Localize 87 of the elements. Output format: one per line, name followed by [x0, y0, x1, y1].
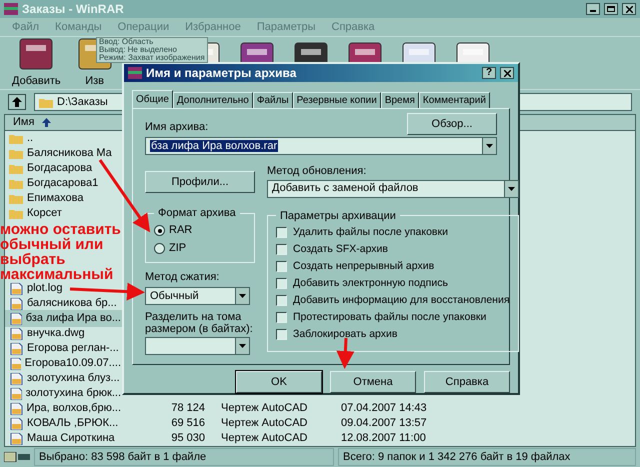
dialog-button[interactable]: Отмена — [330, 371, 416, 393]
file-row[interactable]: золотухина блуз... — [5, 370, 125, 387]
selected-text: бза лифа Ира волхов.rar — [150, 140, 278, 152]
checkbox[interactable] — [276, 329, 287, 340]
date-cell-text: 09.04.2007 13:57 — [340, 416, 428, 432]
close-icon[interactable] — [622, 3, 636, 15]
maximize-icon[interactable] — [604, 3, 618, 15]
file-row[interactable]: балясникова бр... — [5, 295, 125, 312]
tooltip-line: Вывод: Не выделено — [99, 46, 178, 54]
checkbox[interactable] — [276, 278, 287, 289]
file-row[interactable]: Маша Сироткина — [5, 430, 125, 446]
date-cell-text: 12.08.2007 11:00 — [340, 431, 427, 446]
tooltip-line: Ввод: Область — [99, 38, 154, 46]
checkbox-label: Создать SFX-архив — [293, 242, 388, 257]
date-cell-text: 07.04.2007 14:43 — [340, 401, 428, 416]
tab[interactable]: Комментарий — [418, 92, 490, 108]
file-row[interactable]: .. — [5, 130, 125, 147]
tab[interactable]: Файлы — [252, 92, 293, 108]
checkbox[interactable] — [276, 227, 287, 238]
checkbox[interactable] — [276, 244, 287, 255]
checkbox-label: Заблокировать архив — [293, 326, 398, 342]
file-row[interactable]: Ира, волхов,брю... — [5, 400, 125, 417]
size-cell-text: 69 516 — [170, 416, 205, 432]
field-label: Метод обновления: — [267, 164, 368, 179]
tooltip-line: Режим: Захват изображения — [99, 54, 205, 62]
field-label: Разделить на тома размером (в байтах): — [145, 311, 254, 335]
tab[interactable]: Резервные копии — [292, 92, 381, 108]
field-label: Метод сжатия: — [145, 270, 220, 284]
checkbox-label: Протестировать файлы после упаковки — [293, 310, 486, 325]
field-label: Имя архива: — [145, 120, 208, 134]
tab[interactable]: Время — [380, 92, 419, 108]
type-cell-text: Чертеж AutoCAD — [220, 431, 309, 446]
update-method-dropdown[interactable]: Добавить с заменой файлов — [267, 180, 519, 198]
radio-button[interactable] — [154, 243, 165, 254]
file-row[interactable]: Корсет — [5, 205, 125, 222]
checkbox-label: Добавить электронную подпись — [293, 276, 448, 291]
file-row[interactable]: Епимахова — [5, 190, 125, 207]
file-row[interactable]: Егорова реглан-... — [5, 340, 125, 357]
checkbox-label: Добавить информацию для восстановления — [293, 292, 510, 308]
file-row[interactable]: Богдасарова1 — [5, 175, 125, 192]
file-row[interactable]: Балясникова Ма — [5, 145, 125, 162]
drive-icon — [4, 452, 30, 462]
radio-label: RAR — [169, 223, 192, 238]
checkbox[interactable] — [276, 295, 287, 306]
profiles-button[interactable]: Профили... — [145, 171, 255, 193]
window-title: Заказы - WinRAR — [22, 1, 125, 18]
minimize-icon[interactable] — [586, 3, 600, 15]
size-cell-text: 78 124 — [170, 401, 205, 416]
browse-button[interactable]: Обзор... — [407, 113, 497, 135]
file-row[interactable]: бза лифа Ира во... — [5, 310, 125, 327]
status-text: Выбрано: 83 598 байт в 1 файле — [34, 448, 334, 466]
status-text: Всего: 9 папок и 1 342 276 байт в 19 файлах — [338, 448, 636, 466]
compression-dropdown[interactable]: Обычный — [145, 287, 250, 305]
tab[interactable]: Дополнительно — [172, 92, 253, 108]
file-row[interactable]: Богдасарова — [5, 160, 125, 177]
tab[interactable]: Общие — [132, 90, 173, 108]
checkbox-label: Удалить файлы после упаковки — [293, 224, 448, 240]
annotation-arrow — [336, 338, 354, 369]
size-cell-text: 95 030 — [170, 431, 205, 446]
type-cell-text: Чертеж AutoCAD — [220, 416, 309, 432]
file-row[interactable]: plot.log — [5, 280, 125, 297]
type-cell-text: Чертеж AutoCAD — [220, 401, 309, 416]
checkbox-label: Создать непрерывный архив — [293, 258, 434, 274]
split-size-dropdown[interactable] — [145, 337, 250, 355]
file-row[interactable]: золотухина брюк... — [5, 385, 125, 402]
close-icon[interactable] — [500, 67, 514, 79]
dialog-button[interactable]: Справка — [424, 371, 510, 393]
file-row[interactable]: КОВАЛЬ ,БРЮК... — [5, 415, 125, 432]
dialog-button[interactable]: OK — [236, 371, 322, 393]
radio-button[interactable] — [154, 225, 165, 236]
archive-name-field[interactable]: бза лифа Ира волхов.rar — [145, 137, 497, 155]
toolbar-label[interactable]: Добавить — [12, 72, 61, 89]
radio-label: ZIP — [169, 241, 186, 256]
address-text: D:\Заказы — [57, 94, 108, 110]
up-folder-icon[interactable] — [8, 94, 26, 110]
toolbar-label[interactable]: Изв — [85, 72, 104, 89]
dialog-title: Имя и параметры архива — [146, 65, 298, 82]
help-icon[interactable]: ? — [482, 67, 496, 79]
file-row[interactable]: внучка.dwg — [5, 325, 125, 342]
group-title: Параметры архивации — [279, 208, 397, 224]
group-title: Формат архива — [157, 206, 237, 221]
app-icon — [128, 67, 142, 79]
app-icon — [4, 3, 18, 15]
checkbox[interactable] — [276, 312, 287, 323]
checkbox[interactable] — [276, 261, 287, 272]
sort-arrow-icon — [42, 118, 52, 127]
file-row[interactable]: Егорова10.09.07.... — [5, 355, 125, 372]
